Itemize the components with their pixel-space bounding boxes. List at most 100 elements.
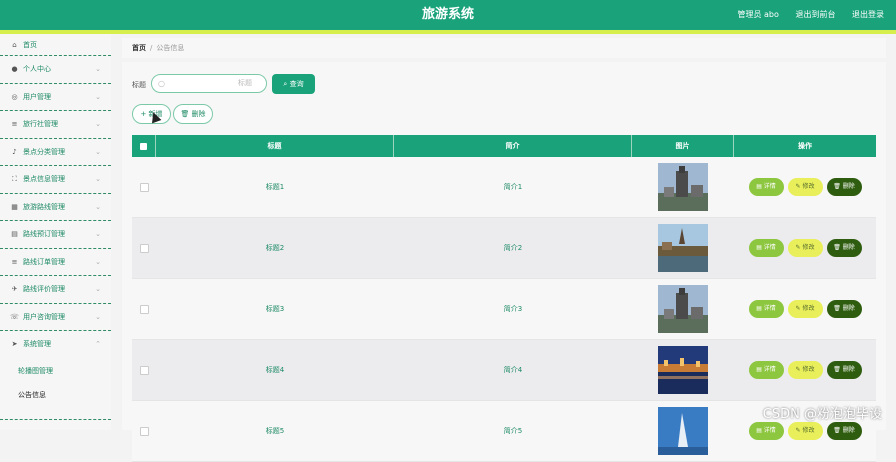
sidebar-item-label: 个人中心 — [23, 65, 51, 73]
plus-icon: + — [140, 110, 149, 118]
search-icon: ○ — [158, 79, 165, 88]
view-button[interactable]: ▤ 详情 — [748, 239, 784, 257]
search-label: 标题 — [132, 81, 146, 89]
edit-button[interactable]: ✎ 修改 — [787, 178, 823, 196]
delete-button-label: 删除 — [842, 427, 855, 434]
row-checkbox[interactable] — [139, 426, 149, 436]
view-button[interactable]: ▤ 详情 — [748, 300, 784, 318]
header-right: 管理员 abo 退出到前台 退出登录 — [723, 0, 884, 30]
table-row: 标题2 简介2 ▤ 详情 ✎ 修改 🗑 删除 — [132, 218, 876, 279]
sidebar-item-system[interactable]: ➤ 系统管理 ⌃ — [0, 331, 111, 359]
user-icon: ● — [11, 65, 18, 73]
tower-photo — [658, 285, 708, 333]
chevron-down-icon: ⌄ — [95, 202, 101, 211]
delete-button[interactable]: 🗑 删除 — [826, 422, 862, 440]
row-operations: ▤ 详情 ✎ 修改 🗑 删除 — [734, 279, 876, 339]
row-intro: 简介1 — [503, 183, 523, 191]
edit-button-label: 修改 — [802, 366, 815, 373]
row-title: 标题5 — [265, 427, 285, 435]
edit-button[interactable]: ✎ 修改 — [787, 361, 823, 379]
row-checkbox[interactable] — [139, 304, 149, 314]
sidebar-item-home[interactable]: ⌂ 首页 — [0, 34, 111, 56]
watermark: CSDN @粉泡泡毕设 — [762, 407, 882, 422]
sidebar-item-personal-center[interactable]: ● 个人中心 ⌄ — [0, 56, 111, 84]
sidebar-item-label: 用户管理 — [23, 92, 51, 101]
edit-button[interactable]: ✎ 修改 — [787, 239, 823, 257]
search-placeholder: 标题 — [238, 79, 252, 87]
sidebar-item-scenic-category[interactable]: ♪ 景点分类管理 ⌄ — [0, 139, 111, 166]
table-row: 标题3 简介3 ▤ 详情 ✎ 修改 🗑 删除 — [132, 279, 876, 340]
chevron-up-icon: ⌃ — [95, 340, 101, 348]
goto-front-link[interactable]: 退出到前台 — [795, 10, 835, 19]
sidebar-divider — [0, 419, 111, 420]
sidebar-item-travel-agency[interactable]: ≡ 旅行社管理 ⌄ — [0, 111, 111, 139]
sidebar: ⌂ 首页 ● 个人中心 ⌄ ◎ 用户管理 ⌄ ≡ 旅行社管理 ⌄ ♪ 景点分类管理 ⌄ ⛶ 景点信息… — [0, 34, 111, 430]
tower-photo — [658, 163, 708, 211]
header-title: 标题 — [156, 135, 394, 157]
sidebar-item-scenic-info[interactable]: ⛶ 景点信息管理 ⌄ — [0, 166, 111, 194]
chevron-down-icon: ⌄ — [95, 92, 101, 101]
night-harbor-photo — [658, 346, 708, 394]
sidebar-item-route-review[interactable]: ✈ 路线评价管理 ⌄ — [0, 276, 111, 304]
row-operations: ▤ 详情 ✎ 修改 🗑 删除 — [734, 157, 876, 217]
mic-icon: ♪ — [12, 147, 17, 156]
select-all-checkbox[interactable] — [132, 135, 156, 157]
delete-button-label: 删除 — [842, 305, 855, 312]
row-checkbox-cell — [132, 279, 156, 339]
table-row: 标题4 简介4 ▤ 详情 ✎ 修改 🗑 删除 — [132, 340, 876, 401]
edit-button[interactable]: ✎ 修改 — [787, 300, 823, 318]
row-checkbox[interactable] — [139, 182, 149, 192]
sidebar-item-user-management[interactable]: ◎ 用户管理 ⌄ — [0, 84, 111, 111]
row-title: 标题2 — [265, 244, 285, 252]
row-image-cell — [632, 401, 734, 461]
edit-button[interactable]: ✎ 修改 — [787, 422, 823, 440]
view-button-label: 详情 — [763, 244, 776, 251]
chevron-down-icon: ⌄ — [95, 175, 101, 183]
sidebar-item-label: 路线订单管理 — [23, 257, 65, 266]
list-icon: ≡ — [11, 120, 18, 128]
sidebar-item-travel-route[interactable]: ▦ 旅游路线管理 ⌄ — [0, 194, 111, 221]
breadcrumb-home[interactable]: 首页 — [132, 44, 146, 52]
sidebar-item-route-order[interactable]: ≡ 路线订单管理 ⌄ — [0, 249, 111, 276]
view-button[interactable]: ▤ 详情 — [748, 361, 784, 379]
home-icon: ⌂ — [12, 41, 17, 49]
chat-icon: ☏ — [10, 312, 19, 321]
batch-delete-button[interactable]: 🗑 删除 — [173, 104, 213, 124]
send-icon: ➤ — [11, 340, 18, 348]
row-checkbox-cell — [132, 401, 156, 461]
query-button[interactable]: ⌕ 查询 — [272, 74, 315, 94]
row-image-cell — [632, 157, 734, 217]
top-header: 旅游系统 管理员 abo 退出到前台 退出登录 — [0, 0, 896, 30]
row-checkbox[interactable] — [139, 365, 149, 375]
row-checkbox[interactable] — [139, 243, 149, 253]
sidebar-item-user-consult[interactable]: ☏ 用户咨询管理 ⌄ — [0, 304, 111, 331]
row-checkbox-cell — [132, 157, 156, 217]
sidebar-item-label: 景点分类管理 — [23, 147, 65, 156]
header-operation: 操作 — [798, 142, 812, 150]
logout-link[interactable]: 退出登录 — [852, 10, 884, 19]
chevron-down-icon: ⌄ — [95, 230, 101, 238]
row-title: 标题3 — [265, 305, 285, 313]
row-image-cell — [632, 218, 734, 278]
view-button-label: 详情 — [763, 366, 776, 373]
sidebar-subitem-carousel[interactable]: 轮播图管理 — [0, 359, 111, 383]
sidebar-item-label: 系统管理 — [23, 340, 51, 348]
delete-button[interactable]: 🗑 删除 — [826, 239, 862, 257]
lake-church-photo — [658, 224, 708, 272]
grid-icon: ▦ — [11, 202, 18, 211]
sidebar-item-label: 旅行社管理 — [23, 120, 58, 128]
sidebar-item-route-booking[interactable]: ▤ 路线预订管理 ⌄ — [0, 221, 111, 249]
batch-delete-label: 删除 — [191, 110, 206, 118]
users-icon: ◎ — [11, 92, 18, 101]
delete-button[interactable]: 🗑 删除 — [826, 178, 862, 196]
view-button[interactable]: ▤ 详情 — [748, 178, 784, 196]
delete-button[interactable]: 🗑 删除 — [826, 361, 862, 379]
view-button[interactable]: ▤ 详情 — [748, 422, 784, 440]
delete-button-label: 删除 — [842, 244, 855, 251]
delete-button[interactable]: 🗑 删除 — [826, 300, 862, 318]
sidebar-subitem-notice[interactable]: 公告信息 — [0, 383, 111, 407]
search-input[interactable]: ○ 标题 — [151, 74, 267, 93]
sidebar-item-label: 景点信息管理 — [23, 175, 65, 183]
breadcrumb: 首页 / 公告信息 — [122, 38, 886, 58]
row-operations: ▤ 详情 ✎ 修改 🗑 删除 — [734, 340, 876, 400]
